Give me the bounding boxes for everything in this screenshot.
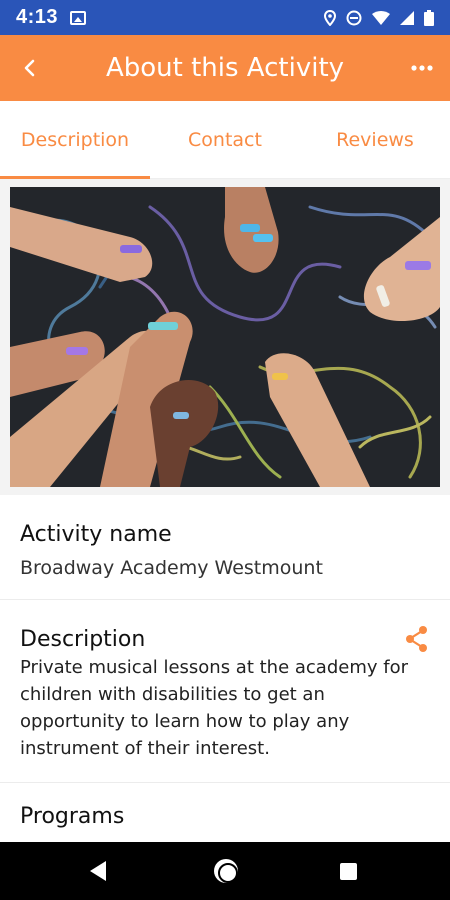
tab-reviews[interactable]: Reviews (300, 101, 450, 179)
description-section: Description Private musical lessons at t… (0, 600, 450, 783)
tab-description[interactable]: Description (0, 101, 150, 179)
status-icons (324, 9, 434, 26)
signal-icon (400, 10, 414, 25)
hero-image-card (0, 179, 450, 495)
page-title: About this Activity (105, 53, 345, 83)
description-label: Description (20, 627, 146, 652)
nav-recents-icon[interactable] (340, 863, 357, 880)
location-icon (324, 9, 336, 26)
programs-label: Programs (20, 804, 125, 829)
battery-icon (424, 9, 434, 26)
photo-icon (70, 10, 87, 25)
tab-bar: Description Contact Reviews (0, 101, 450, 179)
share-icon (406, 626, 427, 652)
tab-contact[interactable]: Contact (150, 101, 300, 179)
chalk-hands-photo (10, 187, 440, 487)
app-bar: About this Activity (0, 35, 450, 101)
system-nav-bar (0, 842, 450, 900)
nav-home-icon[interactable] (214, 859, 238, 883)
nav-back-icon[interactable] (88, 860, 108, 882)
programs-section: Programs (0, 783, 450, 842)
status-time: 4:13 (16, 6, 59, 28)
do-not-disturb-icon (346, 10, 362, 25)
hero-image (10, 187, 440, 487)
share-button[interactable] (402, 624, 432, 654)
wifi-icon (372, 10, 390, 25)
back-button[interactable] (10, 48, 50, 88)
back-chevron-icon (24, 59, 35, 77)
more-options-button[interactable] (402, 48, 442, 88)
description-text: Private musical lessons at the academy f… (20, 657, 408, 759)
activity-name-label: Activity name (20, 522, 172, 547)
more-dots-icon (411, 65, 433, 71)
status-bar: 4:13 (0, 0, 450, 35)
content-scroll-area[interactable]: Activity name Broadway Academy Westmount… (0, 179, 450, 842)
activity-name-value: Broadway Academy Westmount (20, 557, 323, 579)
activity-name-section: Activity name Broadway Academy Westmount (0, 495, 450, 600)
